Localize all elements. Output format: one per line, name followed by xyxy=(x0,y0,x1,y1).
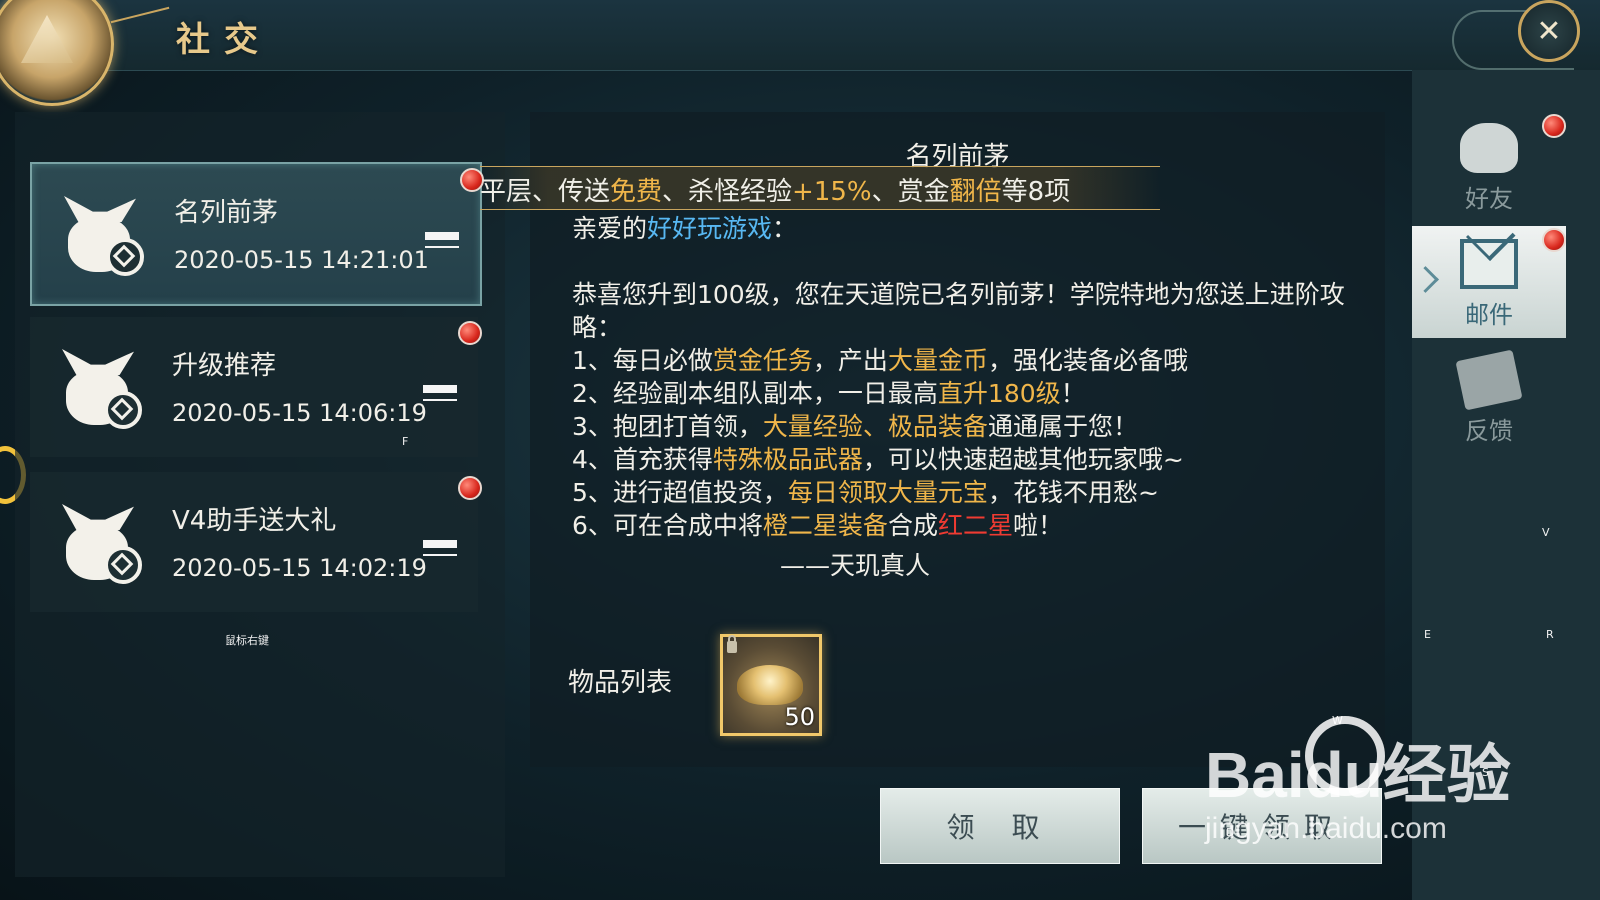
unread-dot xyxy=(1542,228,1566,252)
top-bar: 社交 ✕ xyxy=(0,0,1600,106)
promo-banner: 平层、传送免费、杀怪经验+15%、赏金翻倍等8项 xyxy=(480,166,1160,210)
page-title: 社交 xyxy=(176,20,272,60)
mail-tip: 2、经验副本组队副本，一日最高直升180级！ xyxy=(572,379,1086,408)
key-hint-f: F xyxy=(402,435,409,448)
items-label: 物品列表 xyxy=(568,668,673,698)
mail-signature: ——天玑真人 xyxy=(780,551,931,580)
key-hint-r: R xyxy=(1546,628,1554,641)
watermark-url: jingyan.baidu.com xyxy=(1205,812,1447,845)
mail-item-date: 2020-05-15 14:06:19 xyxy=(172,399,427,427)
mail-item-date: 2020-05-15 14:21:01 xyxy=(174,246,429,274)
tab-label: 好友 xyxy=(1465,185,1513,213)
social-emblem-icon xyxy=(0,0,114,106)
unread-dot xyxy=(458,476,482,500)
mail-item-title: V4助手送大礼 xyxy=(172,506,337,536)
mail-item-title: 名列前茅 xyxy=(174,198,279,228)
menu-icon[interactable] xyxy=(425,232,459,254)
envelope-icon xyxy=(1460,239,1518,289)
mail-intro: 恭喜您升到100级，您在天道院已名列前茅！学院特地为您送上进阶攻略： xyxy=(572,280,1345,342)
feedback-icon xyxy=(1455,349,1523,411)
mail-tip: 1、每日必做赏金任务，产出大量金币，强化装备必备哦 xyxy=(572,346,1188,375)
mail-tip: 5、进行超值投资，每日领取大量元宝，花钱不用愁~ xyxy=(572,478,1159,507)
watermark-brand: Baidu经验 xyxy=(1205,739,1511,811)
claim-button[interactable]: 领 取 xyxy=(880,788,1120,864)
close-button[interactable]: ✕ xyxy=(1518,0,1580,62)
gift-bag-icon xyxy=(62,496,142,584)
chevron-right-icon xyxy=(1412,266,1439,293)
mail-list-item[interactable]: 升级推荐 2020-05-15 14:06:19 F xyxy=(30,317,482,457)
fist-icon xyxy=(1460,123,1518,173)
gift-bag-icon xyxy=(62,341,142,429)
close-icon: ✕ xyxy=(1536,13,1562,49)
key-hint-e: E xyxy=(1424,628,1431,641)
tab-label: 邮件 xyxy=(1465,301,1513,329)
tab-feedback[interactable]: 反馈 xyxy=(1412,342,1566,454)
gold-ingot-icon xyxy=(737,665,803,705)
unread-dot xyxy=(458,321,482,345)
menu-icon[interactable] xyxy=(423,540,457,562)
reward-item-slot[interactable]: 50 xyxy=(720,634,822,736)
promo-banner-text: 平层、传送免费、杀怪经验+15%、赏金翻倍等8项 xyxy=(480,177,1071,207)
key-hint-mouse-right: 鼠标右键 xyxy=(225,634,269,647)
menu-icon[interactable] xyxy=(423,385,457,407)
mail-list-item[interactable]: 名列前茅 2020-05-15 14:21:01 xyxy=(30,162,484,306)
mail-item-title: 升级推荐 xyxy=(172,351,277,381)
mail-tip: 3、抱团打首领，大量经验、极品装备通通属于您！ xyxy=(572,412,1138,441)
mail-tip: 4、首充获得特殊极品武器，可以快速超越其他玩家哦~ xyxy=(572,445,1184,474)
item-count: 50 xyxy=(784,703,815,731)
title-decoration xyxy=(110,6,170,24)
key-hint-v: V xyxy=(1542,526,1550,539)
mail-greeting: 亲爱的好好玩游戏： xyxy=(572,214,798,243)
mail-tip: 6、可在合成中将橙二星装备合成红二星啦！ xyxy=(572,511,1063,540)
mail-list-panel: 名列前茅 2020-05-15 14:21:01 升级推荐 2020-05-15… xyxy=(15,112,505,877)
lock-icon xyxy=(727,635,737,653)
mail-item-date: 2020-05-15 14:02:19 xyxy=(172,554,427,582)
mail-body: 亲爱的好好玩游戏： 恭喜您升到100级，您在天道院已名列前茅！学院特地为您送上进… xyxy=(572,212,1362,542)
tab-label: 反馈 xyxy=(1465,417,1513,445)
unread-dot xyxy=(1542,114,1566,138)
gift-bag-icon xyxy=(64,188,144,276)
mail-list-item[interactable]: V4助手送大礼 2020-05-15 14:02:19 xyxy=(30,472,482,612)
mail-content-panel: 名列前茅 平层、传送免费、杀怪经验+15%、赏金翻倍等8项 亲爱的好好玩游戏： … xyxy=(480,112,1385,767)
